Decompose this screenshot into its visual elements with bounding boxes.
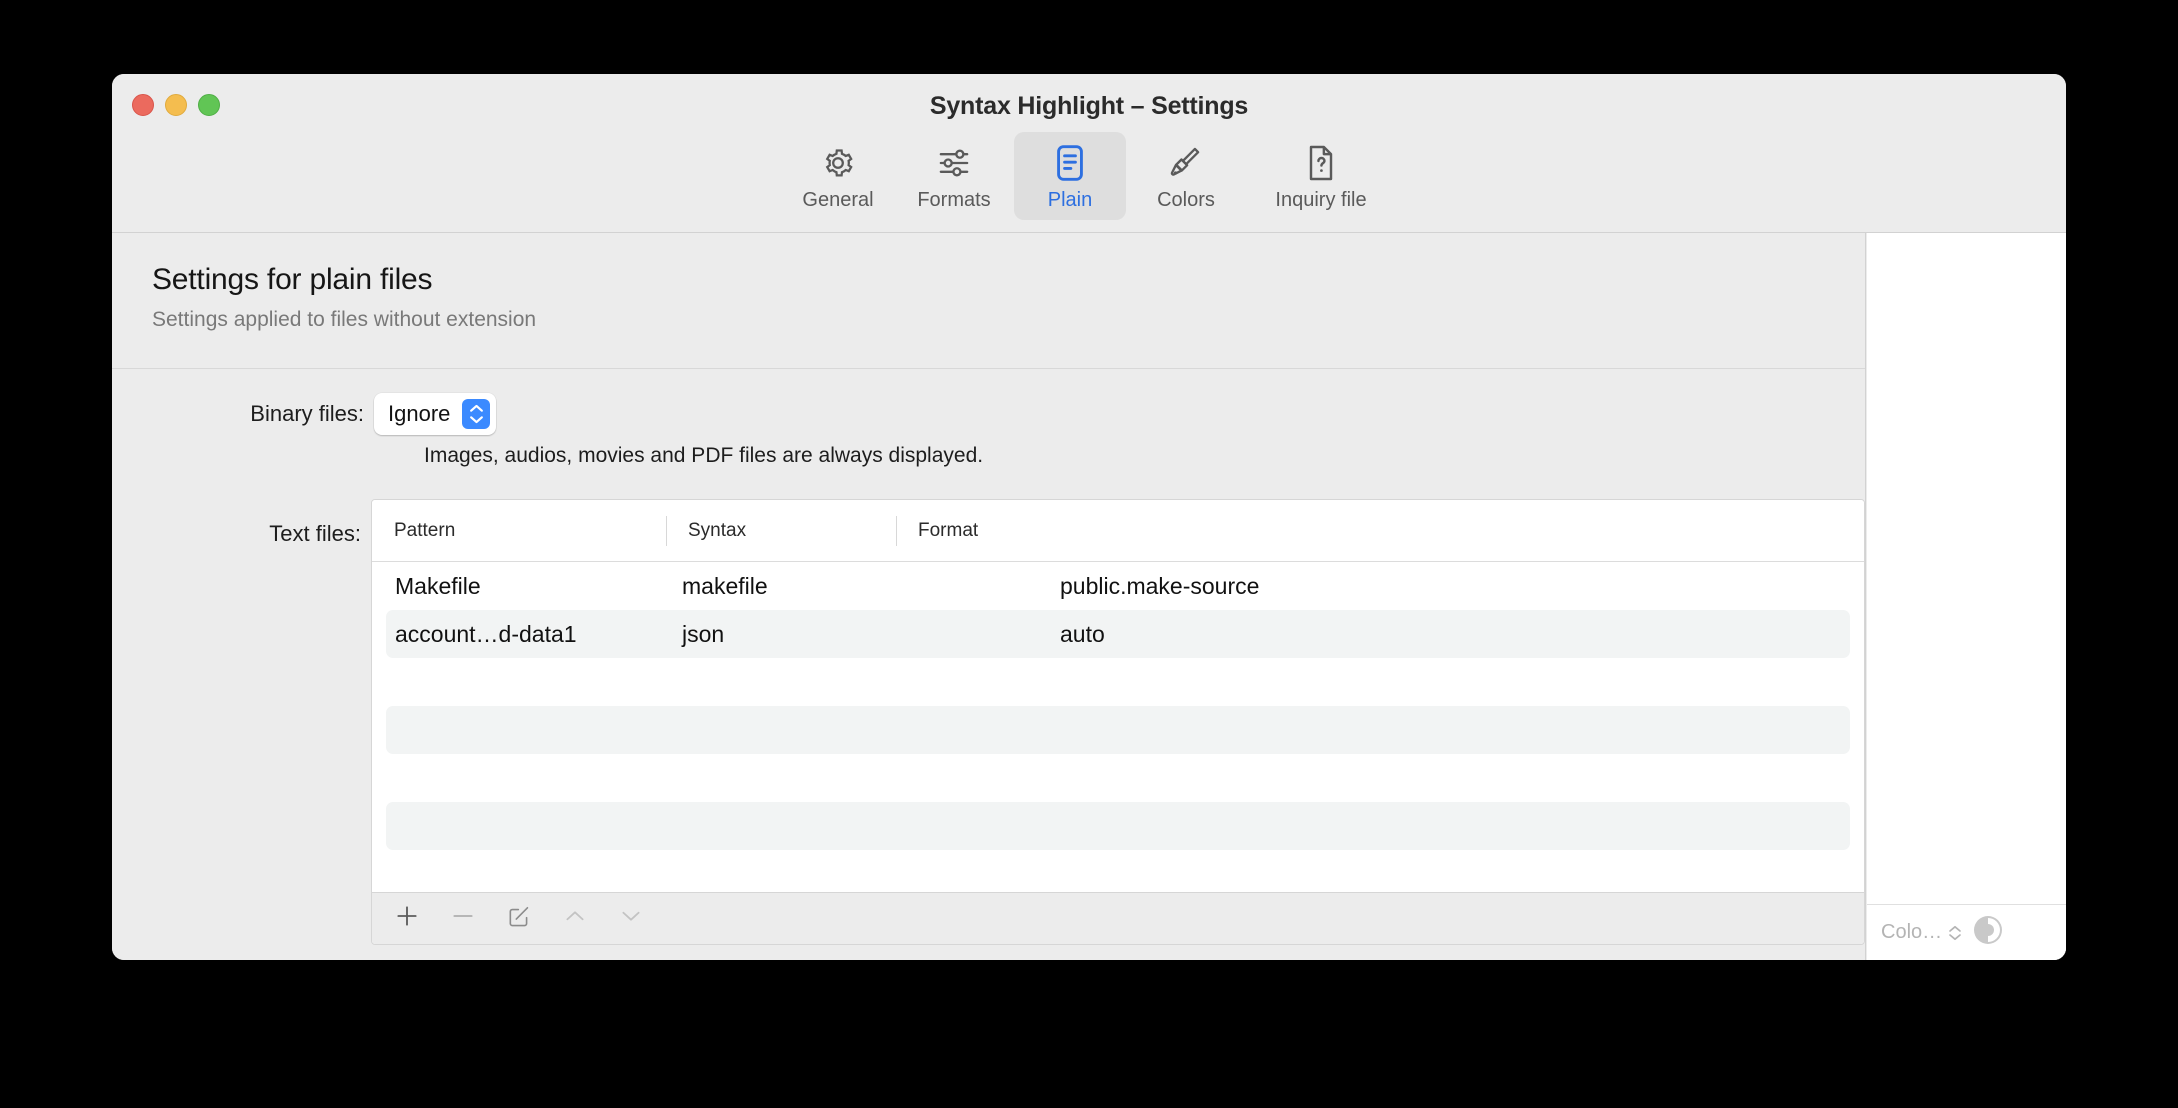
text-files-table: Pattern Syntax Format Makefile makefile … — [371, 499, 1865, 945]
page-subtitle: Settings applied to files without extens… — [152, 308, 537, 331]
cell-format: public.make-source — [1060, 572, 1260, 599]
form-area: Binary files: Ignore Images, audios, mov… — [112, 369, 1865, 960]
table-row[interactable]: Makefile makefile public.make-source — [386, 562, 1850, 610]
sliders-icon — [935, 142, 973, 184]
tab-formats[interactable]: Formats — [898, 132, 1010, 220]
page-title: Settings for plain files — [152, 263, 433, 296]
cell-syntax: json — [682, 620, 725, 647]
chevron-updown-icon — [1948, 925, 1962, 941]
toolbar-tab-bar: General Formats Plain Colors Inquiry fil… — [112, 132, 2066, 220]
side-color-select[interactable]: Colo… — [1881, 921, 1962, 944]
binary-files-select[interactable]: Ignore — [374, 393, 497, 435]
table-header-row: Pattern Syntax Format — [372, 500, 1864, 562]
window-titlebar: Syntax Highlight – Settings General Form… — [112, 74, 2066, 233]
settings-window: Syntax Highlight – Settings General Form… — [112, 74, 2066, 960]
column-header-format[interactable]: Format — [896, 514, 1864, 548]
cell-syntax: makefile — [682, 572, 768, 599]
tab-general[interactable]: General — [782, 132, 894, 220]
table-row-empty[interactable] — [386, 754, 1850, 802]
settings-header-block: Settings for plain files Settings applie… — [112, 233, 1865, 369]
remove-pattern-button[interactable] — [446, 902, 480, 936]
column-header-pattern[interactable]: Pattern — [372, 514, 666, 548]
cell-pattern: Makefile — [395, 572, 481, 599]
tab-general-label: General — [802, 189, 874, 211]
brush-icon — [1167, 142, 1205, 184]
table-body: Makefile makefile public.make-source acc… — [372, 562, 1864, 892]
side-panel-bottom-bar: Colo… — [1867, 904, 2066, 960]
tab-plain-label: Plain — [1047, 189, 1093, 211]
tab-colors[interactable]: Colors — [1130, 132, 1242, 220]
tab-formats-label: Formats — [917, 189, 991, 211]
tab-inquiry-file[interactable]: Inquiry file — [1246, 132, 1396, 220]
move-up-button[interactable] — [558, 902, 592, 936]
binary-files-label: Binary files: — [250, 401, 364, 426]
contrast-circle-icon[interactable] — [1972, 914, 2004, 951]
chevron-updown-icon — [462, 399, 491, 429]
text-files-row: Text files: Pattern Syntax Format Makefi… — [112, 499, 1865, 945]
table-row-empty[interactable] — [386, 658, 1850, 706]
pencil-square-icon — [506, 903, 532, 934]
chevron-down-icon — [618, 903, 644, 934]
edit-pattern-button[interactable] — [502, 902, 536, 936]
window-content: Settings for plain files Settings applie… — [112, 233, 2066, 960]
side-color-value: Colo… — [1881, 921, 1943, 943]
chevron-up-icon — [562, 903, 588, 934]
main-settings-pane: Settings for plain files Settings applie… — [112, 233, 1866, 960]
window-title: Syntax Highlight – Settings — [929, 92, 1249, 120]
file-question-icon — [1304, 142, 1338, 184]
table-footer-toolbar — [372, 892, 1864, 944]
document-icon — [1053, 142, 1087, 184]
tab-plain[interactable]: Plain — [1014, 132, 1126, 220]
table-row-empty[interactable] — [386, 706, 1850, 754]
plus-icon — [394, 903, 420, 934]
tab-inquiry-file-label: Inquiry file — [1275, 189, 1367, 211]
binary-files-row: Binary files: Ignore — [112, 393, 497, 435]
move-down-button[interactable] — [614, 902, 648, 936]
text-files-label: Text files: — [269, 521, 361, 546]
add-pattern-button[interactable] — [390, 902, 424, 936]
table-row-empty[interactable] — [386, 802, 1850, 850]
tab-colors-label: Colors — [1157, 189, 1215, 211]
gear-icon — [820, 142, 856, 184]
binary-files-hint: Images, audios, movies and PDF files are… — [424, 444, 984, 467]
side-panel: Colo… — [1867, 233, 2066, 960]
cell-pattern: account…d-data1 — [395, 620, 577, 647]
cell-format: auto — [1060, 620, 1105, 647]
table-row[interactable]: account…d-data1 json auto — [386, 610, 1850, 658]
column-header-syntax[interactable]: Syntax — [666, 514, 896, 548]
binary-files-value: Ignore — [388, 401, 451, 426]
minus-icon — [450, 903, 476, 934]
